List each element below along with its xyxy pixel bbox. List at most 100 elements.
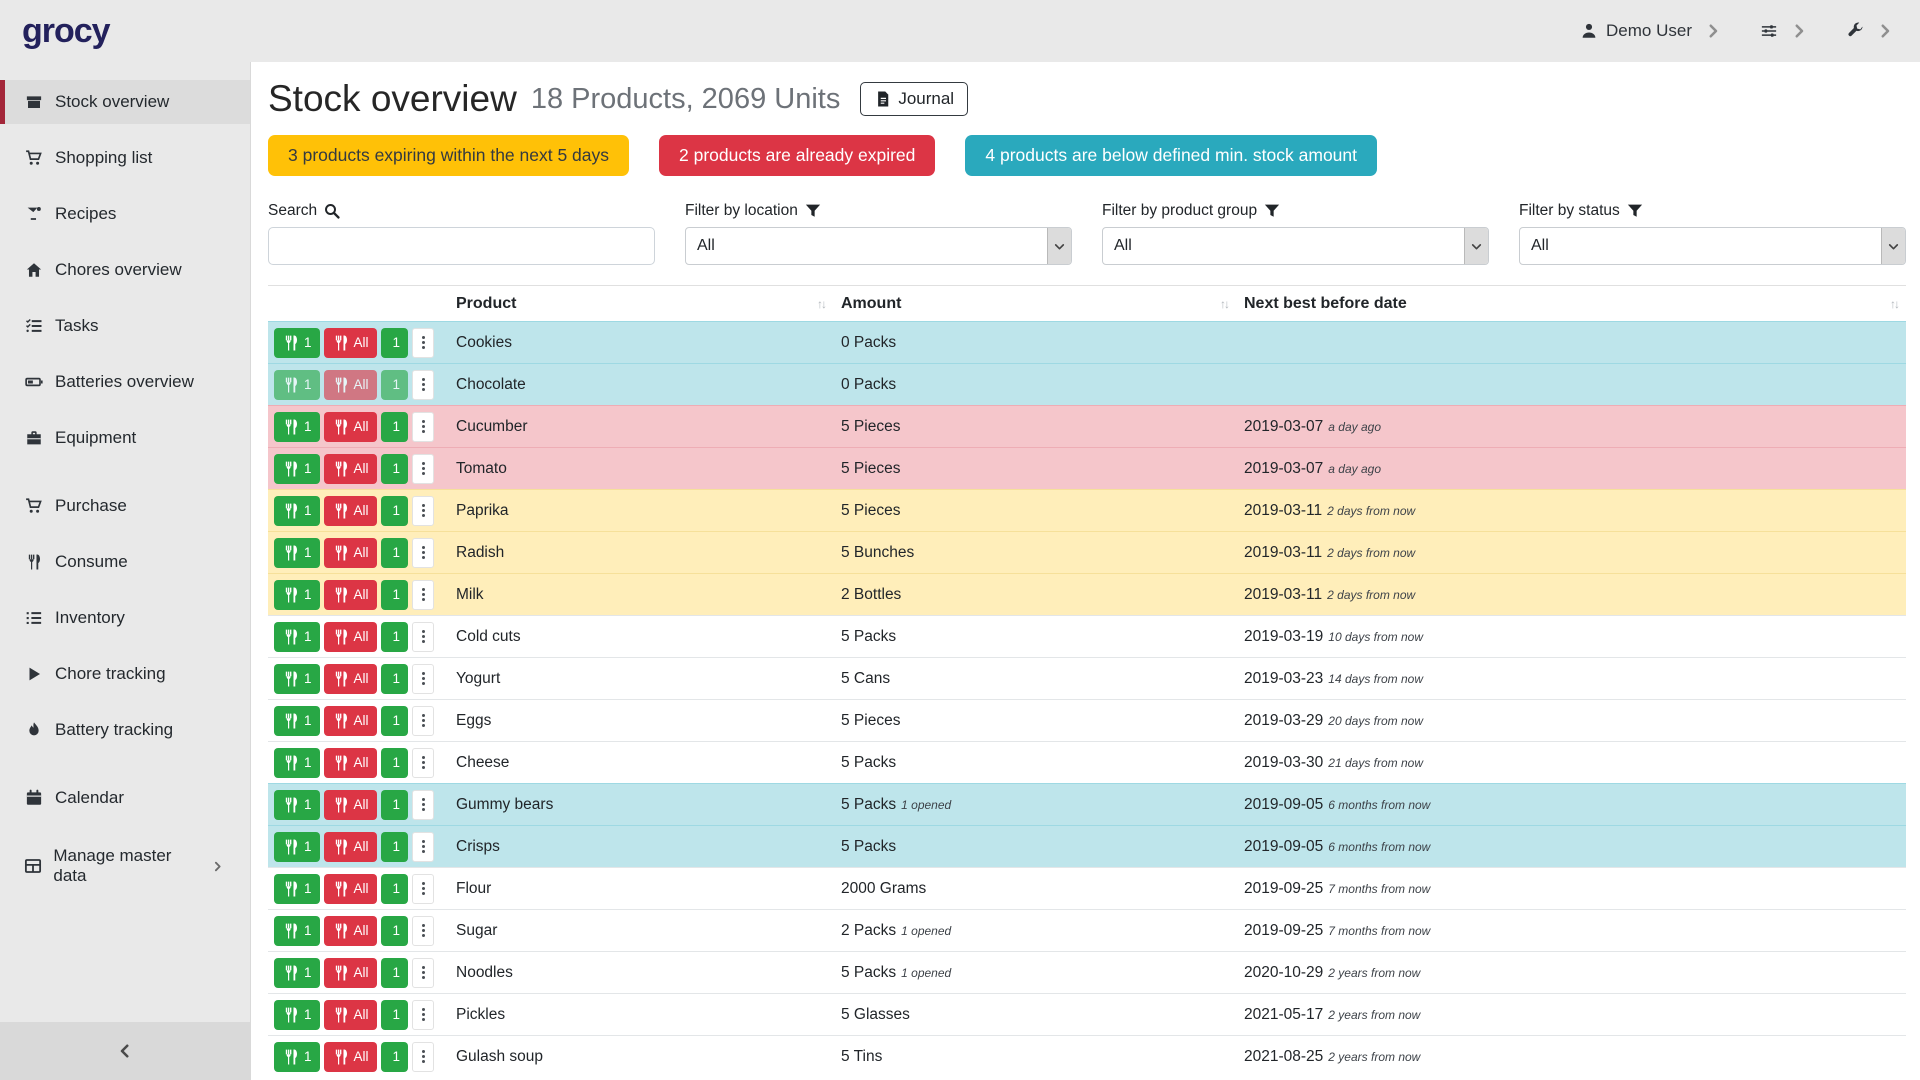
consume-all-button[interactable]: All <box>324 1042 377 1072</box>
settings-sliders-button[interactable] <box>1760 22 1778 40</box>
row-menu-button[interactable] <box>412 622 434 652</box>
consume-all-button[interactable]: All <box>324 790 377 820</box>
consume-one-button[interactable]: 1 <box>274 580 320 610</box>
consume-all-button[interactable]: All <box>324 832 377 862</box>
sidebar-item-chore-tracking[interactable]: Chore tracking <box>0 652 250 696</box>
sidebar-item-recipes[interactable]: Recipes <box>0 192 250 236</box>
row-menu-button[interactable] <box>412 832 434 862</box>
sort-icon[interactable]: ↑↓ <box>1220 297 1228 311</box>
row-menu-button[interactable] <box>412 958 434 988</box>
sidebar-item-stock-overview[interactable]: Stock overview <box>0 80 250 124</box>
sidebar-item-batteries-overview[interactable]: Batteries overview <box>0 360 250 404</box>
sidebar-item-consume[interactable]: Consume <box>0 540 250 584</box>
sidebar-item-manage-master-data[interactable]: Manage master data <box>0 844 250 888</box>
consume-one-button[interactable]: 1 <box>274 664 320 694</box>
open-one-button[interactable]: 1 <box>381 664 409 694</box>
consume-one-button[interactable]: 1 <box>274 1000 320 1030</box>
consume-one-button[interactable]: 1 <box>274 622 320 652</box>
open-one-button[interactable]: 1 <box>381 412 409 442</box>
row-menu-button[interactable] <box>412 706 434 736</box>
consume-all-button[interactable]: All <box>324 1000 377 1030</box>
consume-all-button[interactable]: All <box>324 748 377 778</box>
consume-all-button[interactable]: All <box>324 454 377 484</box>
open-one-button[interactable]: 1 <box>381 1000 409 1030</box>
consume-all-button[interactable]: All <box>324 622 377 652</box>
consume-all-button[interactable]: All <box>324 328 377 358</box>
app-logo[interactable]: grocy <box>22 12 110 51</box>
sidebar-item-battery-tracking[interactable]: Battery tracking <box>0 708 250 752</box>
product-group-select[interactable]: All <box>1102 227 1489 265</box>
consume-one-button[interactable]: 1 <box>274 328 320 358</box>
open-one-button[interactable]: 1 <box>381 328 409 358</box>
consume-one-button[interactable]: 1 <box>274 496 320 526</box>
open-one-button[interactable]: 1 <box>381 874 409 904</box>
alert-danger[interactable]: 2 products are already expired <box>659 135 935 176</box>
sort-icon[interactable]: ↑↓ <box>817 297 825 311</box>
consume-all-button[interactable]: All <box>324 496 377 526</box>
sidebar-item-inventory[interactable]: Inventory <box>0 596 250 640</box>
open-one-button[interactable]: 1 <box>381 370 409 400</box>
open-one-button[interactable]: 1 <box>381 958 409 988</box>
sidebar-item-equipment[interactable]: Equipment <box>0 416 250 460</box>
consume-all-button[interactable]: All <box>324 958 377 988</box>
consume-all-button[interactable]: All <box>324 664 377 694</box>
consume-one-button[interactable]: 1 <box>274 454 320 484</box>
open-one-button[interactable]: 1 <box>381 454 409 484</box>
consume-one-button[interactable]: 1 <box>274 748 320 778</box>
consume-one-button[interactable]: 1 <box>274 412 320 442</box>
open-one-button[interactable]: 1 <box>381 622 409 652</box>
alert-info[interactable]: 4 products are below defined min. stock … <box>965 135 1377 176</box>
row-menu-button[interactable] <box>412 328 434 358</box>
alert-warn[interactable]: 3 products expiring within the next 5 da… <box>268 135 629 176</box>
sidebar-item-purchase[interactable]: Purchase <box>0 484 250 528</box>
consume-all-button[interactable]: All <box>324 916 377 946</box>
consume-one-button[interactable]: 1 <box>274 1042 320 1072</box>
chevron-right-icon[interactable] <box>1876 22 1894 40</box>
consume-all-button[interactable]: All <box>324 370 377 400</box>
open-one-button[interactable]: 1 <box>381 748 409 778</box>
consume-all-button[interactable]: All <box>324 580 377 610</box>
open-one-button[interactable]: 1 <box>381 538 409 568</box>
row-menu-button[interactable] <box>412 1042 434 1072</box>
open-one-button[interactable]: 1 <box>381 790 409 820</box>
consume-one-button[interactable]: 1 <box>274 370 320 400</box>
row-menu-button[interactable] <box>412 874 434 904</box>
consume-one-button[interactable]: 1 <box>274 538 320 568</box>
row-menu-button[interactable] <box>412 370 434 400</box>
open-one-button[interactable]: 1 <box>381 706 409 736</box>
row-menu-button[interactable] <box>412 748 434 778</box>
sidebar-collapse-button[interactable] <box>0 1022 250 1080</box>
search-input[interactable] <box>268 227 655 265</box>
sidebar-item-calendar[interactable]: Calendar <box>0 776 250 820</box>
admin-wrench-button[interactable] <box>1846 22 1864 40</box>
amount-column-header[interactable]: Amount↑↓ <box>833 295 1236 313</box>
location-select[interactable]: All <box>685 227 1072 265</box>
status-select[interactable]: All <box>1519 227 1906 265</box>
sidebar-item-shopping-list[interactable]: Shopping list <box>0 136 250 180</box>
open-one-button[interactable]: 1 <box>381 496 409 526</box>
user-menu[interactable]: Demo User <box>1580 21 1692 41</box>
consume-one-button[interactable]: 1 <box>274 706 320 736</box>
row-menu-button[interactable] <box>412 664 434 694</box>
consume-one-button[interactable]: 1 <box>274 874 320 904</box>
consume-one-button[interactable]: 1 <box>274 958 320 988</box>
sidebar-item-tasks[interactable]: Tasks <box>0 304 250 348</box>
row-menu-button[interactable] <box>412 454 434 484</box>
open-one-button[interactable]: 1 <box>381 832 409 862</box>
row-menu-button[interactable] <box>412 580 434 610</box>
consume-all-button[interactable]: All <box>324 538 377 568</box>
journal-button[interactable]: Journal <box>860 82 968 116</box>
open-one-button[interactable]: 1 <box>381 580 409 610</box>
product-column-header[interactable]: Product↑↓ <box>448 295 833 313</box>
open-one-button[interactable]: 1 <box>381 1042 409 1072</box>
row-menu-button[interactable] <box>412 538 434 568</box>
chevron-right-icon[interactable] <box>1790 22 1808 40</box>
row-menu-button[interactable] <box>412 916 434 946</box>
consume-all-button[interactable]: All <box>324 874 377 904</box>
consume-all-button[interactable]: All <box>324 412 377 442</box>
consume-one-button[interactable]: 1 <box>274 832 320 862</box>
sort-icon[interactable]: ↑↓ <box>1890 297 1898 311</box>
row-menu-button[interactable] <box>412 790 434 820</box>
open-one-button[interactable]: 1 <box>381 916 409 946</box>
sidebar-item-chores-overview[interactable]: Chores overview <box>0 248 250 292</box>
